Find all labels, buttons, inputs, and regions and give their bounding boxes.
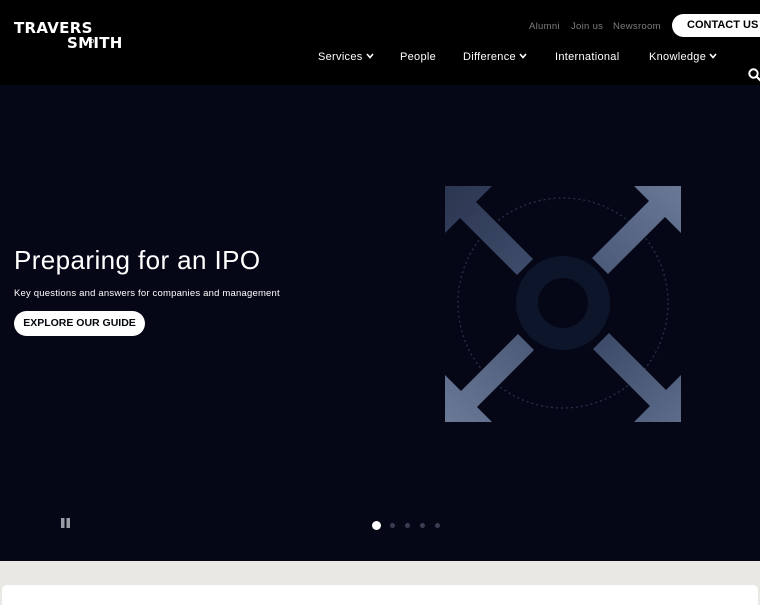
hero-carousel: Preparing for an IPO Key questions and a… [0, 85, 760, 561]
nav-item-international[interactable]: International [555, 51, 619, 63]
explore-guide-button[interactable]: EXPLORE OUR GUIDE [14, 311, 145, 336]
site-header: TRAVERS o SMITH Alumni Join us Newsroom … [0, 0, 760, 85]
brand-logo[interactable]: TRAVERS o SMITH [14, 21, 123, 51]
chevron-down-icon [519, 53, 527, 59]
nav-item-people[interactable]: People [400, 51, 436, 63]
nav-item-services[interactable]: Services [318, 51, 374, 63]
contact-us-button[interactable]: CONTACT US [672, 14, 760, 37]
nav-item-knowledge[interactable]: Knowledge [649, 51, 717, 63]
logo-ampersand: o [90, 37, 95, 45]
carousel-dot[interactable] [390, 523, 395, 528]
carousel-dot[interactable] [372, 521, 381, 530]
logo-line-2: SMITH [67, 34, 123, 52]
nav-label: Services [318, 51, 363, 63]
chevron-down-icon [709, 53, 717, 59]
content-card-top [2, 585, 758, 605]
nav-label: Knowledge [649, 51, 707, 63]
nav-item-difference[interactable]: Difference [463, 51, 527, 63]
hero-subtitle: Key questions and answers for companies … [14, 288, 280, 299]
expand-arrows-illustration [445, 186, 681, 422]
carousel-dot[interactable] [420, 523, 425, 528]
carousel-dot[interactable] [405, 523, 410, 528]
search-icon[interactable] [748, 68, 760, 82]
nav-label: Difference [463, 51, 516, 63]
nav-label: People [400, 51, 437, 63]
pause-icon[interactable] [61, 518, 71, 528]
utility-link-newsroom[interactable]: Newsroom [613, 21, 661, 32]
utility-link-alumni[interactable]: Alumni [529, 21, 560, 32]
carousel-dot[interactable] [435, 523, 440, 528]
hero-title: Preparing for an IPO [14, 245, 261, 275]
utility-link-join-us[interactable]: Join us [571, 21, 603, 32]
chevron-down-icon [365, 53, 374, 59]
nav-label: International [555, 51, 620, 63]
